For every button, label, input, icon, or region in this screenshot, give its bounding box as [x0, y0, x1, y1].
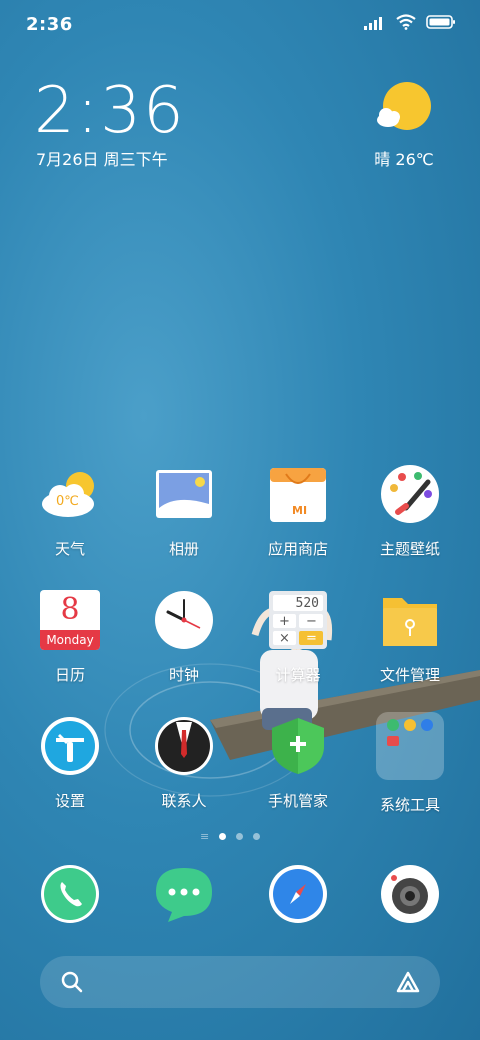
calculator-display: 520: [295, 596, 319, 611]
search-bar[interactable]: [40, 956, 440, 1008]
dock-messages[interactable]: [124, 864, 244, 924]
page-list-icon: ≡: [200, 830, 210, 843]
app-label: 设置: [54, 792, 85, 810]
clock-widget-time[interactable]: 2:36: [34, 74, 186, 148]
settings-icon: [40, 716, 100, 776]
clock-icon: [154, 590, 214, 650]
weather-condition: 晴: [374, 150, 391, 169]
contacts-icon: [154, 716, 214, 776]
security-shield-icon: [268, 716, 328, 776]
page-dot-active[interactable]: [219, 833, 227, 840]
app-label: 联系人: [161, 792, 207, 810]
signal-icon: [364, 17, 382, 30]
svg-text:−: −: [306, 614, 317, 629]
weather-icon-badge: 0℃: [56, 494, 79, 509]
app-label: 时钟: [168, 666, 199, 684]
dock-phone[interactable]: [10, 864, 130, 924]
clock-widget-date[interactable]: 7月26日 周三下午: [36, 146, 168, 170]
app-label: 主题壁纸: [379, 540, 440, 558]
svg-text:=: =: [306, 631, 317, 646]
svg-text:+: +: [279, 614, 290, 629]
weather-widget[interactable]: 晴 26℃: [364, 80, 444, 170]
app-weather[interactable]: 0℃ 天气: [10, 464, 130, 559]
sun-cloud-icon: [377, 82, 431, 130]
assistant-icon[interactable]: [394, 970, 422, 994]
app-gallery[interactable]: 相册: [124, 464, 244, 559]
app-label: 天气: [54, 540, 85, 558]
theme-palette-icon: [380, 464, 440, 524]
page-dot[interactable]: [236, 833, 244, 840]
app-security[interactable]: 手机管家: [238, 716, 358, 811]
app-calendar[interactable]: 8 Monday 日历: [10, 590, 130, 685]
weather-text: 晴 26℃: [364, 146, 444, 170]
page-dot[interactable]: [253, 833, 261, 840]
phone-icon: [40, 864, 100, 924]
folder-icon: [380, 590, 440, 650]
status-icons: [364, 14, 456, 30]
app-contacts[interactable]: 联系人: [124, 716, 244, 811]
camera-icon: [380, 864, 440, 924]
app-calculator[interactable]: + − × = 520 计算器: [238, 590, 358, 685]
app-clock[interactable]: 时钟: [124, 590, 244, 685]
weather-temperature: 26℃: [395, 150, 434, 169]
app-label: 手机管家: [267, 792, 328, 810]
app-file-manager[interactable]: 文件管理: [350, 590, 470, 685]
system-tools-folder-icon: [376, 712, 444, 780]
messages-icon: [154, 864, 214, 924]
battery-icon: [426, 15, 455, 29]
app-store-badge: MI: [292, 504, 308, 517]
weather-icon: 0℃: [40, 464, 100, 524]
app-store-icon: MI: [268, 464, 328, 524]
calendar-icon: 8 Monday: [40, 590, 100, 650]
dock-camera[interactable]: [350, 864, 470, 924]
gallery-icon: [154, 464, 214, 524]
calculator-icon: + − × = 520: [268, 590, 328, 650]
app-label: 日历: [54, 666, 85, 684]
calendar-day: 8: [60, 592, 80, 627]
calendar-weekday: Monday: [40, 630, 100, 650]
app-label: 文件管理: [379, 666, 440, 684]
app-label: 应用商店: [267, 540, 328, 558]
dock-browser[interactable]: [238, 864, 358, 924]
status-time: 2:36: [26, 14, 73, 35]
svg-text:×: ×: [279, 631, 290, 646]
search-icon: [61, 971, 83, 993]
browser-compass-icon: [268, 864, 328, 924]
app-store[interactable]: MI 应用商店: [238, 464, 358, 559]
wifi-icon: [396, 14, 416, 30]
folder-system-tools[interactable]: 系统工具: [350, 712, 470, 815]
app-themes[interactable]: 主题壁纸: [350, 464, 470, 559]
app-label: 相册: [168, 540, 199, 558]
app-settings[interactable]: 设置: [10, 716, 130, 811]
app-label: 系统工具: [379, 796, 440, 814]
status-bar: 2:36: [0, 0, 480, 50]
page-indicator[interactable]: ≡: [200, 830, 261, 843]
app-label: 计算器: [275, 666, 321, 684]
